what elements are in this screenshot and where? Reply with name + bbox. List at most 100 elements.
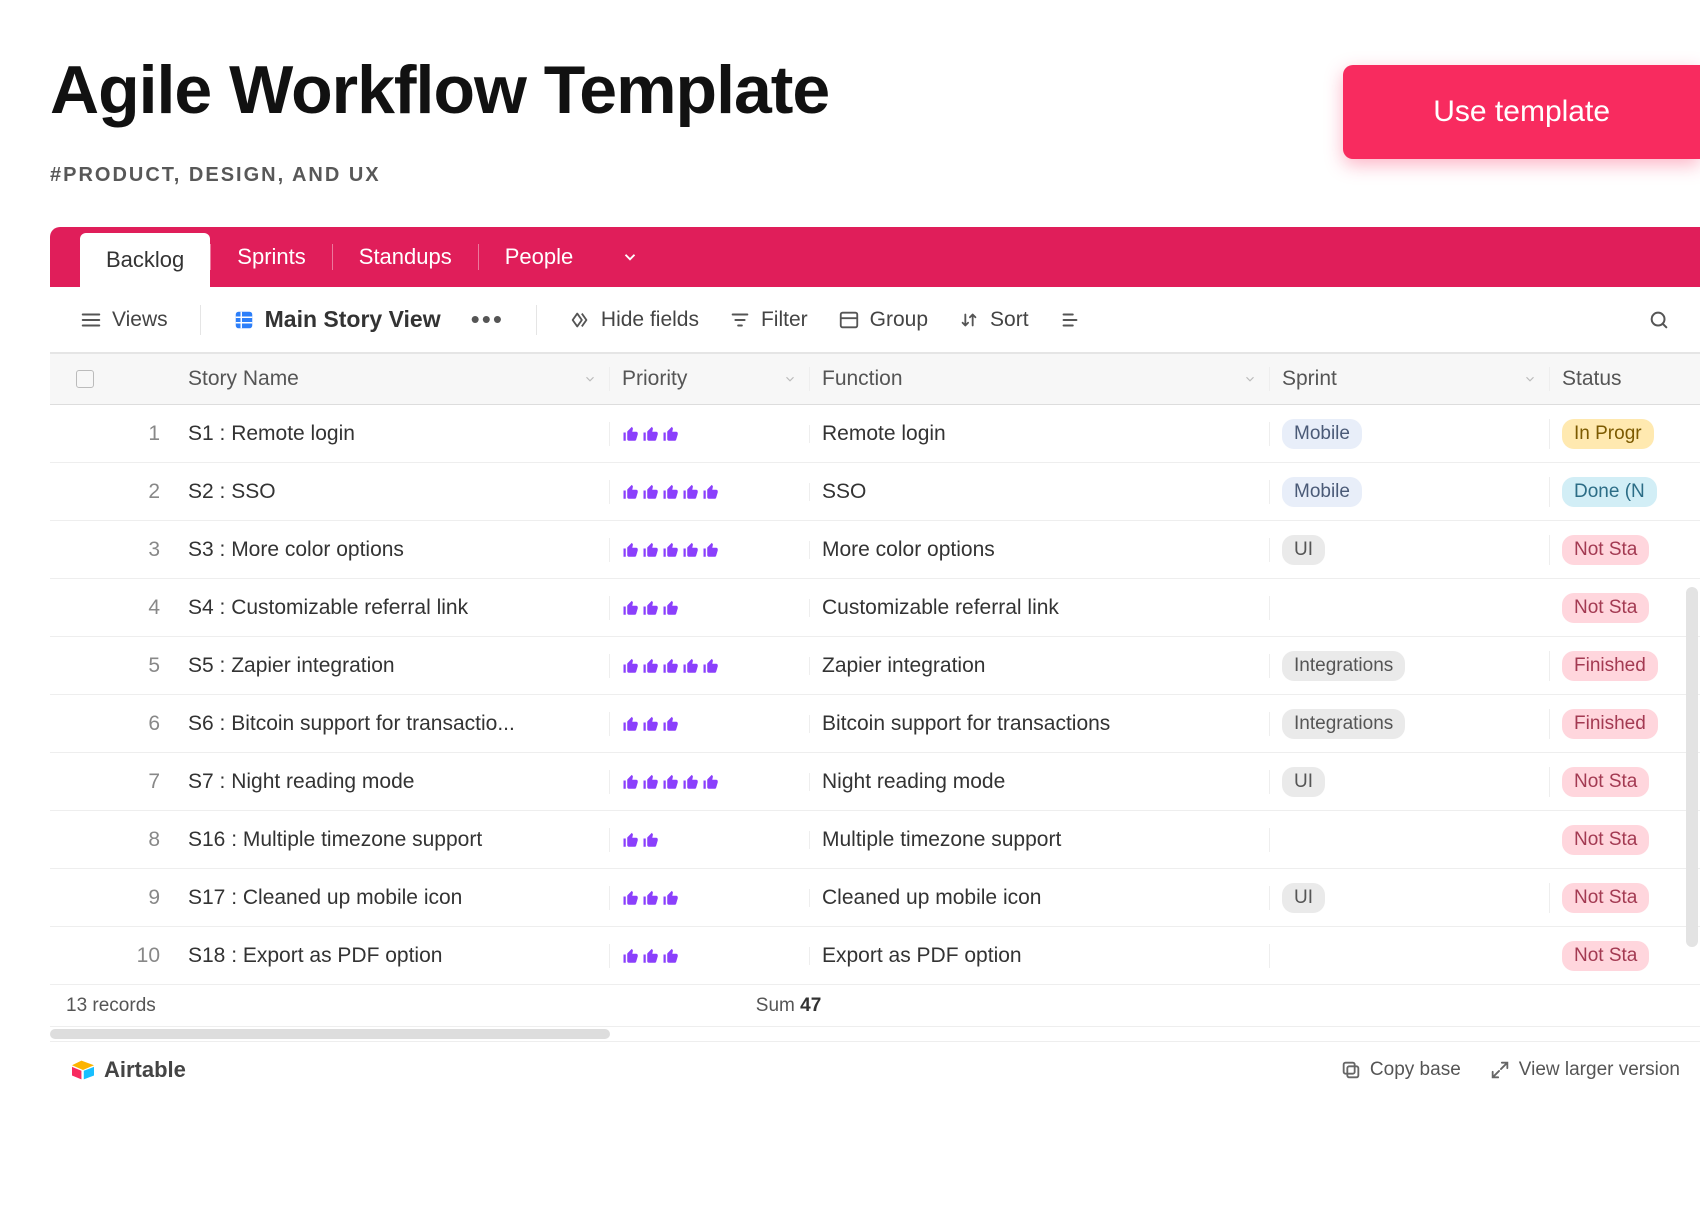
record-count: 13 records (66, 995, 156, 1017)
cell-sprint[interactable]: Mobile (1270, 477, 1550, 508)
tab-people[interactable]: People (479, 227, 600, 287)
column-header-status[interactable]: Status (1550, 367, 1700, 391)
column-header-name[interactable]: Story Name (180, 367, 610, 391)
tab-backlog[interactable]: Backlog (80, 233, 210, 287)
cell-status[interactable]: In Progr (1550, 419, 1700, 450)
column-header-sprint[interactable]: Sprint (1270, 367, 1550, 391)
table-row[interactable]: 7S7 : Night reading mode Night reading mo… (50, 753, 1700, 811)
thumbs-up-icon (642, 425, 660, 443)
thumbs-up-icon (662, 483, 680, 501)
cell-function[interactable]: Cleaned up mobile icon (810, 886, 1270, 910)
table-tabs: BacklogSprintsStandupsPeople (50, 227, 1700, 287)
cell-function[interactable]: Zapier integration (810, 654, 1270, 678)
filter-button[interactable]: Filter (719, 302, 818, 338)
hide-fields-button[interactable]: Hide fields (559, 302, 709, 338)
status-pill: Not Sta (1562, 593, 1649, 624)
copy-base-button[interactable]: Copy base (1340, 1059, 1461, 1081)
table-row[interactable]: 3S3 : More color optionsMore color optio… (50, 521, 1700, 579)
cell-status[interactable]: Not Sta (1550, 593, 1700, 624)
cell-sprint[interactable]: UI (1270, 883, 1550, 914)
cell-priority[interactable] (610, 715, 810, 733)
cell-priority[interactable] (610, 541, 810, 559)
table-row[interactable]: 8S16 : Multiple timezone supportMultiple… (50, 811, 1700, 869)
column-header-label: Sprint (1282, 367, 1337, 391)
cell-priority[interactable] (610, 889, 810, 907)
status-pill: Finished (1562, 651, 1658, 682)
tab-sprints[interactable]: Sprints (211, 227, 331, 287)
status-pill: In Progr (1562, 419, 1654, 450)
cell-sprint[interactable]: Mobile (1270, 419, 1550, 450)
cell-priority[interactable] (610, 483, 810, 501)
row-number: 7 (120, 770, 180, 794)
cell-status[interactable]: Not Sta (1550, 825, 1700, 856)
table-row[interactable]: 1S1 : Remote loginRemote loginMobileIn P… (50, 405, 1700, 463)
scrollbar-thumb[interactable] (50, 1029, 610, 1039)
table-row[interactable]: 4S4 : Customizable referral linkCustomiz… (50, 579, 1700, 637)
vertical-scrollbar[interactable] (1686, 587, 1698, 947)
thumbs-up-icon (622, 541, 640, 559)
cell-status[interactable]: Not Sta (1550, 767, 1700, 798)
cell-status[interactable]: Not Sta (1550, 535, 1700, 566)
cell-status[interactable]: Finished (1550, 709, 1700, 740)
cell-story-name[interactable]: S6 : Bitcoin support for transactio... (180, 712, 610, 736)
cell-story-name[interactable]: S4 : Customizable referral link (180, 596, 610, 620)
cell-priority[interactable] (610, 425, 810, 443)
table-row[interactable]: 2S2 : SSOSSOMobileDone (N (50, 463, 1700, 521)
cell-status[interactable]: Done (N (1550, 477, 1700, 508)
table-row[interactable]: 6S6 : Bitcoin support for transactio...B… (50, 695, 1700, 753)
cell-story-name[interactable]: S7 : Night reading mode (180, 770, 610, 794)
cell-story-name[interactable]: S1 : Remote login (180, 422, 610, 446)
column-header-priority[interactable]: Priority (610, 367, 810, 391)
use-template-button[interactable]: Use template (1343, 65, 1700, 159)
cell-function[interactable]: Export as PDF option (810, 944, 1270, 968)
horizontal-scrollbar[interactable] (50, 1027, 1700, 1041)
search-button[interactable] (1638, 303, 1680, 337)
column-header-function[interactable]: Function (810, 367, 1270, 391)
select-all-checkbox[interactable] (76, 370, 94, 388)
cell-status[interactable]: Finished (1550, 651, 1700, 682)
cell-story-name[interactable]: S18 : Export as PDF option (180, 944, 610, 968)
sort-button[interactable]: Sort (948, 302, 1039, 338)
cell-story-name[interactable]: S3 : More color options (180, 538, 610, 562)
cell-function[interactable]: SSO (810, 480, 1270, 504)
cell-story-name[interactable]: S2 : SSO (180, 480, 610, 504)
table-row[interactable]: 10S18 : Export as PDF optionExport as PD… (50, 927, 1700, 985)
cell-sprint[interactable]: UI (1270, 767, 1550, 798)
cell-priority[interactable] (610, 657, 810, 675)
cell-function[interactable]: More color options (810, 538, 1270, 562)
cell-priority[interactable] (610, 831, 810, 849)
cell-story-name[interactable]: S16 : Multiple timezone support (180, 828, 610, 852)
cell-function[interactable]: Bitcoin support for transactions (810, 712, 1270, 736)
row-height-button[interactable] (1049, 303, 1091, 337)
cell-sprint[interactable]: UI (1270, 535, 1550, 566)
thumbs-up-icon (622, 831, 640, 849)
sprint-pill: UI (1282, 535, 1325, 566)
tab-standups[interactable]: Standups (333, 227, 478, 287)
cell-story-name[interactable]: S5 : Zapier integration (180, 654, 610, 678)
current-view-button[interactable]: Main Story View (223, 300, 451, 339)
views-button[interactable]: Views (70, 302, 178, 338)
cell-function[interactable]: Customizable referral link (810, 596, 1270, 620)
sprint-pill: Mobile (1282, 477, 1362, 508)
table-row[interactable]: 9S17 : Cleaned up mobile iconCleaned up … (50, 869, 1700, 927)
cell-priority[interactable] (610, 599, 810, 617)
cell-function[interactable]: Multiple timezone support (810, 828, 1270, 852)
cell-function[interactable]: Remote login (810, 422, 1270, 446)
status-pill: Finished (1562, 709, 1658, 740)
cell-priority[interactable] (610, 773, 810, 791)
cell-function[interactable]: Night reading mode (810, 770, 1270, 794)
cell-priority[interactable] (610, 947, 810, 965)
group-button[interactable]: Group (828, 302, 938, 338)
cell-sprint[interactable]: Integrations (1270, 651, 1550, 682)
cell-status[interactable]: Not Sta (1550, 883, 1700, 914)
cell-story-name[interactable]: S17 : Cleaned up mobile icon (180, 886, 610, 910)
table-row[interactable]: 5S5 : Zapier integrationZapier integrati… (50, 637, 1700, 695)
dropdown-icon (1243, 372, 1257, 386)
cell-sprint[interactable]: Integrations (1270, 709, 1550, 740)
airtable-logo[interactable]: Airtable (70, 1057, 186, 1083)
view-larger-button[interactable]: View larger version (1489, 1059, 1680, 1081)
more-tables-button[interactable] (599, 227, 661, 287)
cell-status[interactable]: Not Sta (1550, 941, 1700, 972)
row-height-icon (1059, 309, 1081, 331)
view-options-button[interactable]: ••• (461, 304, 514, 335)
